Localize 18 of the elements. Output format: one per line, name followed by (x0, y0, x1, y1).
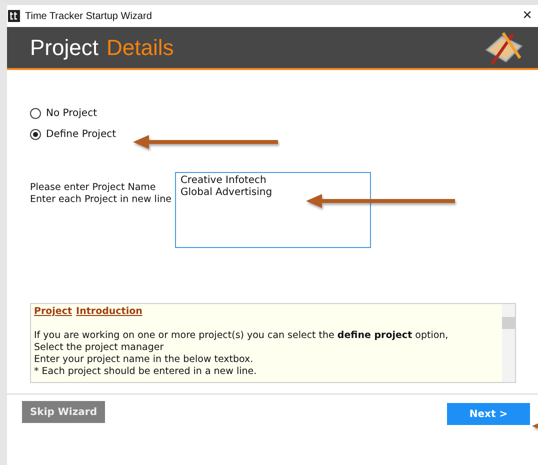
radio-option[interactable]: No Project (30, 108, 97, 119)
introduction-text: Enter your project name in the below textbox. (34, 354, 254, 366)
introduction-text: If you are working on one or more project(s) you can select the define project option, (34, 330, 450, 342)
introduction-text: Select the project manager (34, 342, 165, 354)
folder-tools-icon (483, 30, 525, 66)
page-title: Project (30, 34, 98, 60)
close-button[interactable]: × (516, 8, 538, 24)
introduction-heading: Introduction (76, 306, 142, 318)
project-name-field[interactable]: Creative Infotech Global Advertising (175, 172, 372, 248)
window-title: Time Tracker Startup Wizard (25, 10, 152, 22)
radio-option[interactable]: Define Project (30, 129, 116, 140)
scrollbar[interactable] (502, 304, 515, 382)
introduction-heading: Project (34, 306, 72, 318)
field-label: Enter each Project in new line (30, 194, 172, 206)
introduction-text: * Each project should be entered in a new line. (34, 366, 258, 378)
page-title-accent: Details (106, 34, 174, 60)
app-logo-icon (8, 10, 20, 22)
field-label: Please enter Project Name (30, 182, 157, 194)
